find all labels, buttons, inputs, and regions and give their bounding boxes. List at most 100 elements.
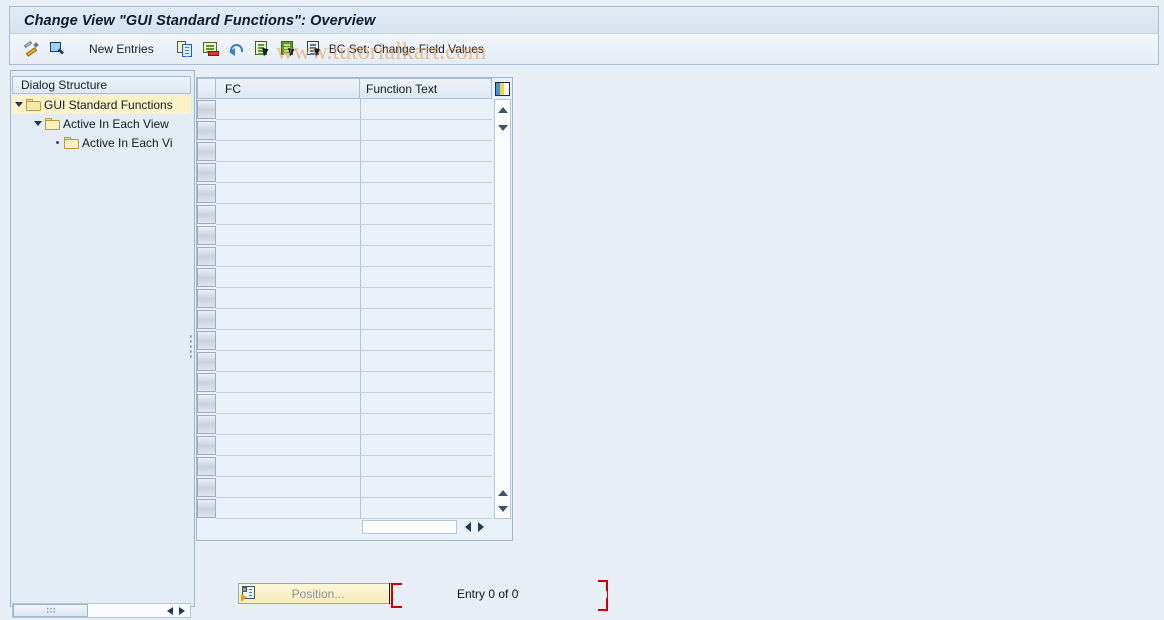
- cell-fc[interactable]: [216, 246, 361, 267]
- display-button[interactable]: [46, 37, 69, 61]
- table-row[interactable]: [197, 141, 493, 162]
- row-select-button[interactable]: [197, 457, 216, 476]
- tree-item-active-in-each-view[interactable]: Active In Each View: [12, 114, 191, 133]
- display-change-button[interactable]: [20, 37, 43, 61]
- row-select-button[interactable]: [197, 436, 216, 455]
- cell-function-text[interactable]: [361, 141, 492, 162]
- tree-item-active-in-each-view-child[interactable]: Active In Each Vi: [12, 133, 191, 152]
- cell-fc[interactable]: [216, 309, 361, 330]
- row-select-button[interactable]: [197, 247, 216, 266]
- table-row[interactable]: [197, 204, 493, 225]
- cell-fc[interactable]: [216, 372, 361, 393]
- cell-function-text[interactable]: [361, 393, 492, 414]
- delete-button[interactable]: [200, 37, 223, 61]
- column-header-function-text[interactable]: Function Text: [360, 78, 492, 99]
- row-select-button[interactable]: [197, 415, 216, 434]
- scroll-down-button[interactable]: [495, 501, 510, 516]
- cell-fc[interactable]: [216, 99, 361, 120]
- cell-fc[interactable]: [216, 141, 361, 162]
- cell-function-text[interactable]: [361, 267, 492, 288]
- cell-fc[interactable]: [216, 183, 361, 204]
- table-row[interactable]: [197, 288, 493, 309]
- cell-function-text[interactable]: [361, 309, 492, 330]
- cell-fc[interactable]: [216, 204, 361, 225]
- cell-fc[interactable]: [216, 225, 361, 246]
- position-button[interactable]: Position...: [238, 583, 393, 604]
- cell-function-text[interactable]: [361, 456, 492, 477]
- cell-fc[interactable]: [216, 498, 361, 519]
- cell-fc[interactable]: [216, 267, 361, 288]
- cell-function-text[interactable]: [361, 225, 492, 246]
- column-header-fc[interactable]: FC: [216, 78, 360, 99]
- row-select-button[interactable]: [197, 394, 216, 413]
- cell-fc[interactable]: [216, 393, 361, 414]
- cell-function-text[interactable]: [361, 351, 492, 372]
- row-select-button[interactable]: [197, 142, 216, 161]
- table-row[interactable]: [197, 393, 493, 414]
- row-select-button[interactable]: [197, 352, 216, 371]
- scroll-left-icon[interactable]: [465, 522, 471, 532]
- cell-fc[interactable]: [216, 435, 361, 456]
- bc-set-button[interactable]: BC Set: Change Field Values: [304, 37, 492, 61]
- table-row[interactable]: [197, 162, 493, 183]
- row-select-button[interactable]: [197, 331, 216, 350]
- cell-function-text[interactable]: [361, 99, 492, 120]
- pane-splitter[interactable]: [186, 330, 194, 364]
- table-row[interactable]: [197, 414, 493, 435]
- table-row[interactable]: [197, 183, 493, 204]
- undo-button[interactable]: [226, 37, 249, 61]
- table-row[interactable]: [197, 351, 493, 372]
- row-select-button[interactable]: [197, 478, 216, 497]
- table-select-all-corner[interactable]: [197, 78, 216, 99]
- cell-fc[interactable]: [216, 120, 361, 141]
- cell-function-text[interactable]: [361, 498, 492, 519]
- cell-function-text[interactable]: [361, 414, 492, 435]
- sidebar-horizontal-scrollbar[interactable]: [12, 603, 191, 618]
- table-row[interactable]: [197, 225, 493, 246]
- row-select-button[interactable]: [197, 121, 216, 140]
- new-entries-button[interactable]: New Entries: [81, 37, 162, 61]
- cell-fc[interactable]: [216, 288, 361, 309]
- table-row[interactable]: [197, 435, 493, 456]
- table-vertical-scrollbar[interactable]: [494, 99, 511, 519]
- select-all-button[interactable]: [252, 37, 275, 61]
- tree-expander-icon[interactable]: [31, 121, 45, 126]
- cell-fc[interactable]: [216, 330, 361, 351]
- table-row[interactable]: [197, 456, 493, 477]
- cell-function-text[interactable]: [361, 204, 492, 225]
- scroll-left-icon[interactable]: [167, 606, 173, 615]
- scrollbar-thumb[interactable]: [13, 604, 88, 617]
- scroll-page-up-button[interactable]: [495, 102, 510, 117]
- table-row[interactable]: [197, 309, 493, 330]
- column-config-button[interactable]: [492, 78, 512, 99]
- row-select-button[interactable]: [197, 184, 216, 203]
- row-select-button[interactable]: [197, 310, 216, 329]
- row-select-button[interactable]: [197, 373, 216, 392]
- copy-as-button[interactable]: [174, 37, 197, 61]
- cell-fc[interactable]: [216, 414, 361, 435]
- scroll-right-icon[interactable]: [478, 522, 484, 532]
- table-horizontal-scrollbar[interactable]: [362, 519, 493, 535]
- tree-item-gui-standard-functions[interactable]: GUI Standard Functions: [12, 95, 191, 114]
- table-row[interactable]: [197, 498, 493, 519]
- row-select-button[interactable]: [197, 163, 216, 182]
- scroll-up-button[interactable]: [495, 120, 510, 135]
- row-select-button[interactable]: [197, 289, 216, 308]
- cell-function-text[interactable]: [361, 120, 492, 141]
- row-select-button[interactable]: [197, 226, 216, 245]
- cell-function-text[interactable]: [361, 183, 492, 204]
- cell-function-text[interactable]: [361, 288, 492, 309]
- table-row[interactable]: [197, 120, 493, 141]
- select-block-button[interactable]: [278, 37, 301, 61]
- scroll-page-down-button[interactable]: [495, 485, 510, 500]
- cell-function-text[interactable]: [361, 246, 492, 267]
- table-row[interactable]: [197, 246, 493, 267]
- cell-fc[interactable]: [216, 162, 361, 183]
- table-row[interactable]: [197, 267, 493, 288]
- cell-function-text[interactable]: [361, 435, 492, 456]
- tree-expander-icon[interactable]: [12, 102, 26, 107]
- cell-fc[interactable]: [216, 351, 361, 372]
- cell-function-text[interactable]: [361, 372, 492, 393]
- scrollbar-track[interactable]: [362, 520, 457, 534]
- cell-function-text[interactable]: [361, 330, 492, 351]
